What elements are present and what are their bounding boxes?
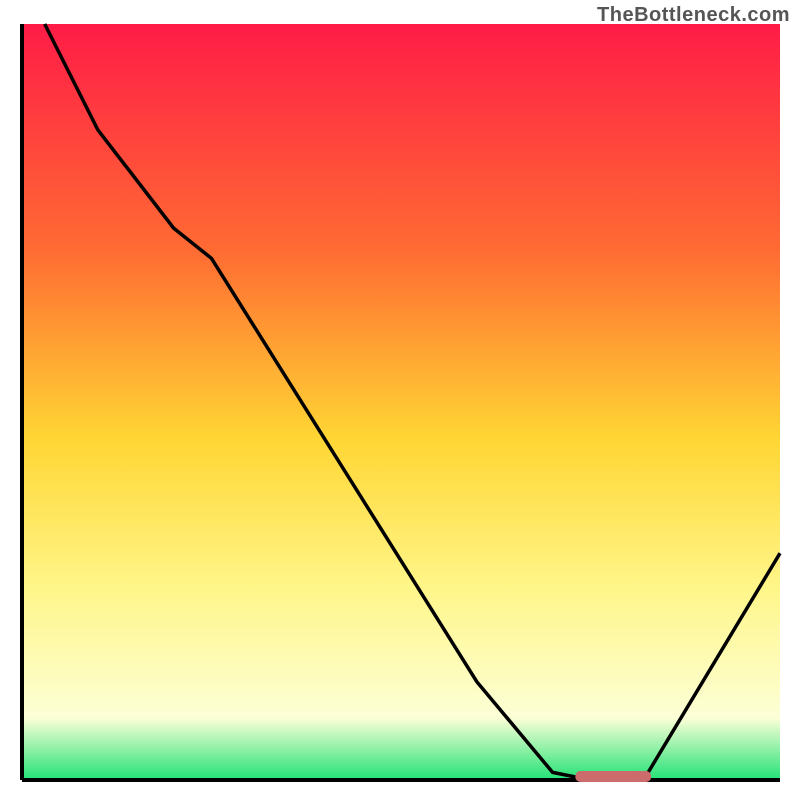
optimal-marker: [575, 771, 651, 782]
chart-frame: TheBottleneck.com: [0, 0, 800, 800]
bottleneck-chart: [0, 0, 800, 800]
plot-background: [24, 24, 780, 778]
